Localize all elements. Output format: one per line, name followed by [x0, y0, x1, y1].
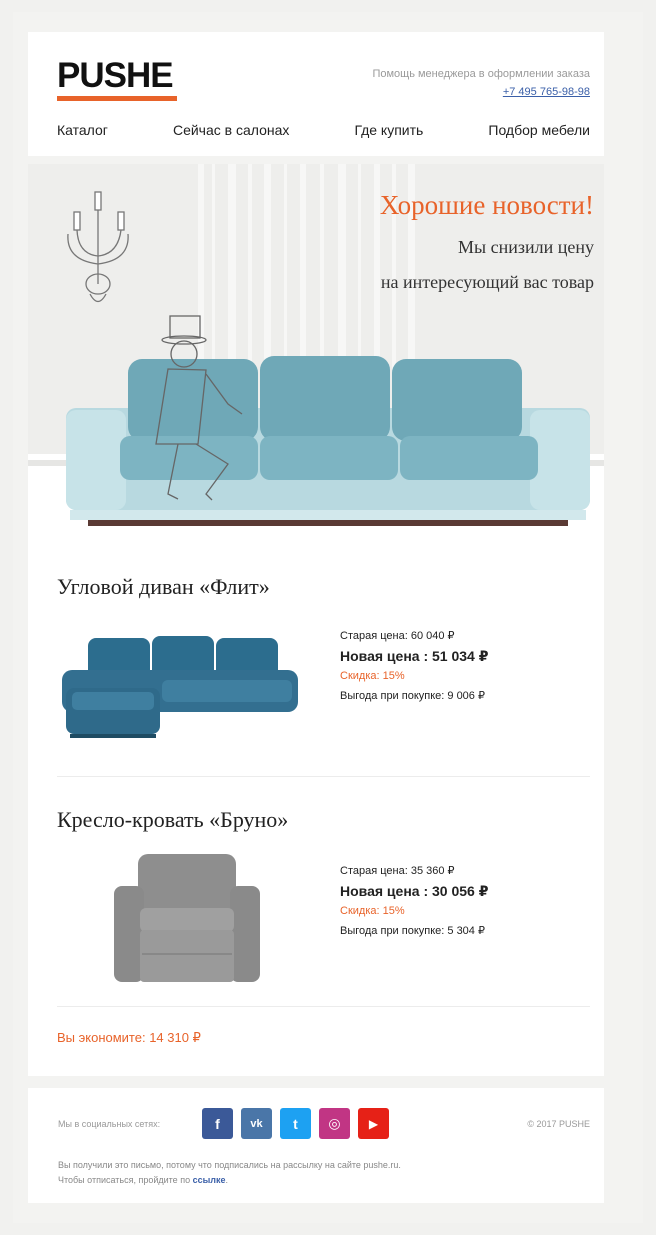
- social-links: f vk t ◎ ▶: [202, 1108, 389, 1139]
- nav-item-where-to-buy[interactable]: Где купить: [354, 122, 423, 138]
- divider: [57, 1006, 590, 1007]
- price-block: Старая цена: 35 360 ₽ Новая цена : 30 05…: [340, 861, 488, 941]
- nav-item-catalog[interactable]: Каталог: [57, 122, 108, 138]
- discount: Скидка: 15%: [340, 670, 405, 682]
- hero-sofa-image: [66, 356, 590, 526]
- subscription-note: Вы получили это письмо, потому что подпи…: [58, 1158, 401, 1188]
- note-line1: Вы получили это письмо, потому что подпи…: [58, 1160, 401, 1170]
- facebook-icon[interactable]: f: [202, 1108, 233, 1139]
- note-line2: Чтобы отписаться, пройдите по ссылке.: [58, 1175, 229, 1185]
- logo-underline: [57, 96, 177, 101]
- benefit: Выгода при покупке: 9 006 ₽: [340, 690, 485, 702]
- corner-sofa-image[interactable]: [58, 630, 303, 742]
- twitter-icon[interactable]: t: [280, 1108, 311, 1139]
- nav-item-in-salons[interactable]: Сейчас в салонах: [173, 122, 289, 138]
- product-title[interactable]: Кресло-кровать «Бруно»: [57, 807, 288, 833]
- hero-title: Хорошие новости!: [379, 190, 594, 220]
- main-nav: Каталог Сейчас в салонах Где купить Подб…: [57, 122, 590, 138]
- hero-illustration: [28, 164, 604, 554]
- logo[interactable]: PUSHE: [57, 58, 174, 93]
- total-savings: Вы экономите: 14 310 ₽: [57, 1030, 201, 1045]
- youtube-icon[interactable]: ▶: [358, 1108, 389, 1139]
- discount: Скидка: 15%: [340, 905, 405, 917]
- phone-link[interactable]: +7 495 765-98-98: [503, 86, 590, 98]
- product-title[interactable]: Угловой диван «Флит»: [57, 574, 270, 600]
- nav-item-furniture-selection[interactable]: Подбор мебели: [488, 122, 590, 138]
- hero-subtitle-line1: Мы снизили цену: [458, 237, 594, 257]
- new-price: Новая цена : 30 056 ₽: [340, 883, 489, 899]
- hero-subtitle-line2: на интересующий вас товар: [380, 272, 594, 292]
- vk-icon[interactable]: vk: [241, 1108, 272, 1139]
- unsubscribe-link[interactable]: ссылке: [193, 1175, 226, 1185]
- social-label: Мы в социальных сетях:: [58, 1119, 161, 1129]
- benefit: Выгода при покупке: 5 304 ₽: [340, 925, 485, 937]
- copyright: © 2017 PUSHE: [527, 1119, 590, 1129]
- divider: [57, 776, 590, 777]
- note-line2-prefix: Чтобы отписаться, пройдите по: [58, 1175, 191, 1185]
- help-text: Помощь менеджера в оформлении заказа: [372, 68, 590, 80]
- old-price: Старая цена: 60 040 ₽: [340, 630, 455, 642]
- old-price: Старая цена: 35 360 ₽: [340, 865, 455, 877]
- footer: Мы в социальных сетях: f vk t ◎ ▶ © 2017…: [28, 1088, 604, 1203]
- header: PUSHE Помощь менеджера в оформлении зака…: [28, 32, 604, 156]
- hero-subtitle: Мы снизили цену на интересующий вас това…: [381, 230, 594, 300]
- new-price: Новая цена : 51 034 ₽: [340, 648, 489, 664]
- main-content: Хорошие новости! Мы снизили цену на инте…: [28, 164, 604, 1076]
- armchair-bed-image[interactable]: [112, 850, 262, 988]
- hero-banner: Хорошие новости! Мы снизили цену на инте…: [28, 164, 604, 554]
- instagram-icon[interactable]: ◎: [319, 1108, 350, 1139]
- price-block: Старая цена: 60 040 ₽ Новая цена : 51 03…: [340, 626, 488, 706]
